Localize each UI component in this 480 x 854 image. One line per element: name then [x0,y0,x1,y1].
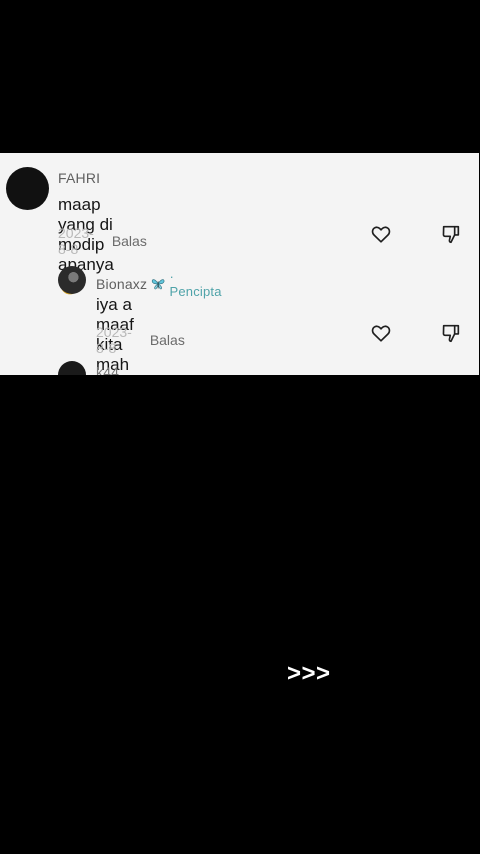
heart-outline-icon[interactable] [370,322,392,344]
reply-button[interactable]: Balas [150,332,185,348]
video-screen: FAHRI maap yang di modip apanya 2023-8-8… [0,0,480,854]
reply-meta: 2023-8-8 Balas [96,324,185,356]
comment-username[interactable]: FAHRI [58,170,100,186]
comment-date: 2023-8-8 [58,225,94,257]
butterfly-icon [152,279,165,290]
avatar[interactable] [6,167,49,210]
next-reply-username[interactable]: k44 [96,364,119,375]
continue-indicator: >>> [287,660,331,687]
comments-panel: FAHRI maap yang di modip apanya 2023-8-8… [0,153,479,375]
heart-outline-icon[interactable] [370,223,392,245]
thumbs-down-icon[interactable] [440,322,462,344]
avatar[interactable] [58,361,86,375]
comment-meta: 2023-8-8 Balas [58,225,147,257]
reply-button[interactable]: Balas [112,233,147,249]
reply-date: 2023-8-8 [96,324,132,356]
thumbs-down-icon[interactable] [440,223,462,245]
reply-username[interactable]: Bionaxz [96,276,147,292]
next-reply-username-row: k44 [96,364,119,375]
avatar[interactable] [58,266,86,294]
creator-badge: · Pencipta [169,269,222,299]
